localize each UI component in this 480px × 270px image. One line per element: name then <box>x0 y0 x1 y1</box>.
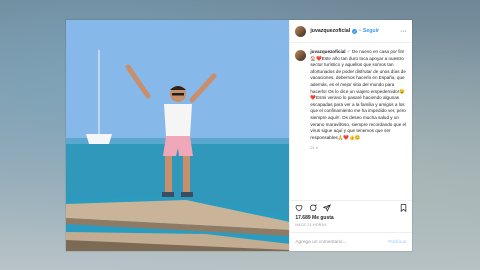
post-date: HACE 21 HORAS <box>295 223 327 227</box>
follow-button[interactable]: Seguir <box>363 28 379 34</box>
caption-text: De nuevo en casa por fin! 🏠❤️Este año ta… <box>310 49 407 140</box>
action-bar <box>290 200 412 215</box>
heart-icon[interactable] <box>295 204 303 212</box>
post-sidebar: juvazquezoficial ✓ • Seguir ··· juvazque… <box>289 20 412 251</box>
avatar[interactable] <box>295 25 307 37</box>
publish-button[interactable]: Publicar <box>388 240 407 245</box>
post-header: juvazquezoficial ✓ • Seguir ··· <box>290 20 412 43</box>
caption-time: 21 h <box>310 145 319 151</box>
instagram-post-embed: juvazquezoficial ✓ • Seguir ··· juvazque… <box>66 20 412 251</box>
bookmark-icon[interactable] <box>400 204 407 212</box>
share-icon[interactable] <box>323 204 332 212</box>
more-dots-icon[interactable]: ··· <box>400 28 407 35</box>
comment-box: Agrega un comentario... Publicar <box>290 232 412 251</box>
caption-avatar[interactable] <box>295 50 307 61</box>
caption: juvazquezoficial ✓ De nuevo en casa por … <box>310 49 407 141</box>
caption-wrapper: juvazquezoficial ✓ De nuevo en casa por … <box>310 49 407 200</box>
comment-input[interactable]: Agrega un comentario... <box>295 240 346 245</box>
comment-icon[interactable] <box>309 204 317 212</box>
verified-badge-icon: ✓ <box>352 28 358 34</box>
verified-badge-icon: ✓ <box>346 49 351 54</box>
beach-scene-illustration <box>66 20 290 251</box>
caption-section: juvazquezoficial ✓ De nuevo en casa por … <box>290 43 412 200</box>
caption-username[interactable]: juvazquezoficial <box>310 49 345 54</box>
separator-dot: • <box>359 28 361 34</box>
post-photo[interactable] <box>66 20 290 251</box>
username[interactable]: juvazquezoficial <box>310 28 350 34</box>
